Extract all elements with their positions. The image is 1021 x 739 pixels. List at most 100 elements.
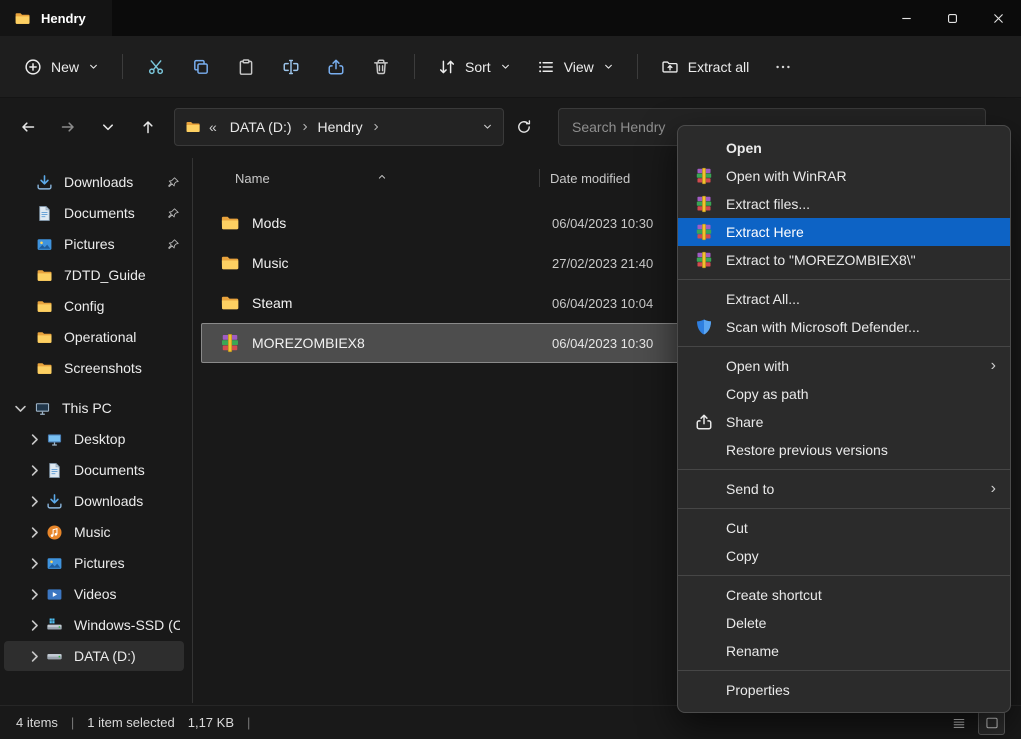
menu-item-open-with[interactable]: Open with › bbox=[678, 352, 1010, 380]
sidebar-item-windows-ssd-c[interactable]: Windows-SSD (C:) bbox=[4, 610, 184, 640]
chevron-right-icon[interactable] bbox=[26, 462, 43, 479]
cut-button[interactable] bbox=[136, 47, 176, 87]
breadcrumb-overflow[interactable]: « bbox=[209, 119, 217, 135]
windows-drive-icon bbox=[46, 617, 63, 634]
close-button[interactable] bbox=[975, 0, 1021, 36]
menu-item-rename[interactable]: Rename bbox=[678, 637, 1010, 665]
paste-button[interactable] bbox=[226, 47, 266, 87]
sidebar-item-data-d[interactable]: DATA (D:) bbox=[4, 641, 184, 671]
menu-item-copy-as-path[interactable]: Copy as path bbox=[678, 380, 1010, 408]
desktop-icon bbox=[46, 431, 63, 448]
menu-item-extract-files[interactable]: Extract files... bbox=[678, 190, 1010, 218]
menu-item-label: Send to bbox=[726, 481, 775, 497]
chevron-right-icon[interactable] bbox=[26, 493, 43, 510]
thumbnails-view-button[interactable] bbox=[978, 710, 1005, 735]
menu-item-open[interactable]: Open bbox=[678, 134, 1010, 162]
chevron-right-icon[interactable] bbox=[26, 555, 43, 572]
menu-item-send-to[interactable]: Send to › bbox=[678, 475, 1010, 503]
file-name-label: Music bbox=[252, 255, 289, 271]
menu-item-scan-with-microsoft-defender[interactable]: Scan with Microsoft Defender... bbox=[678, 313, 1010, 341]
chevron-right-icon[interactable] bbox=[26, 431, 43, 448]
menu-item-open-with-winrar[interactable]: Open with WinRAR bbox=[678, 162, 1010, 190]
delete-button[interactable] bbox=[361, 47, 401, 87]
menu-item-extract-to-morezombiex8[interactable]: Extract to "MOREZOMBIEX8\" bbox=[678, 246, 1010, 274]
chevron-right-icon[interactable] bbox=[26, 648, 43, 665]
chevron-right-icon[interactable] bbox=[26, 586, 43, 603]
rename-button[interactable] bbox=[271, 47, 311, 87]
menu-item-share[interactable]: Share bbox=[678, 408, 1010, 436]
menu-item-create-shortcut[interactable]: Create shortcut bbox=[678, 581, 1010, 609]
chevron-down-icon bbox=[100, 119, 116, 135]
minimize-button[interactable] bbox=[883, 0, 929, 36]
menu-item-restore-previous-versions[interactable]: Restore previous versions bbox=[678, 436, 1010, 464]
up-button[interactable] bbox=[128, 108, 168, 146]
more-options-button[interactable] bbox=[763, 47, 803, 87]
sidebar-item-documents[interactable]: Documents bbox=[4, 455, 184, 485]
command-bar: New Sort View Extract all bbox=[0, 36, 1021, 98]
chevron-right-icon[interactable] bbox=[371, 122, 381, 132]
menu-item-copy[interactable]: Copy bbox=[678, 542, 1010, 570]
sidebar-item-desktop[interactable]: Desktop bbox=[4, 424, 184, 454]
maximize-button[interactable] bbox=[929, 0, 975, 36]
sidebar-item-this-pc[interactable]: This PC bbox=[4, 393, 184, 423]
back-icon bbox=[20, 119, 36, 135]
share-button[interactable] bbox=[316, 47, 356, 87]
sidebar-item-7dtd-guide[interactable]: 7DTD_Guide bbox=[4, 260, 184, 290]
view-button[interactable]: View bbox=[525, 47, 626, 87]
chevron-right-icon[interactable] bbox=[26, 617, 43, 634]
winrar-icon bbox=[694, 194, 714, 214]
details-view-button[interactable] bbox=[945, 711, 972, 735]
folder-icon bbox=[220, 213, 240, 233]
menu-item-label: Open with WinRAR bbox=[726, 168, 847, 184]
extract-all-button[interactable]: Extract all bbox=[649, 47, 761, 87]
back-button[interactable] bbox=[8, 108, 48, 146]
sidebar-item-config[interactable]: Config bbox=[4, 291, 184, 321]
folder-icon bbox=[185, 119, 201, 135]
new-button[interactable]: New bbox=[12, 47, 111, 87]
breadcrumb-item-hendry[interactable]: Hendry bbox=[313, 117, 368, 137]
sidebar-item-label: 7DTD_Guide bbox=[64, 267, 146, 283]
sidebar-item-downloads[interactable]: Downloads bbox=[4, 486, 184, 516]
address-bar[interactable]: « DATA (D:) Hendry bbox=[174, 107, 504, 146]
column-header-name[interactable]: Name bbox=[209, 171, 539, 186]
sidebar-item-downloads[interactable]: Downloads bbox=[4, 167, 184, 197]
selection-count: 1 item selected bbox=[87, 715, 175, 730]
chevron-down-icon[interactable] bbox=[12, 400, 29, 417]
menu-item-label: Extract files... bbox=[726, 196, 811, 212]
sidebar-item-videos[interactable]: Videos bbox=[4, 579, 184, 609]
chevron-down-icon bbox=[500, 61, 511, 72]
music-icon bbox=[46, 524, 63, 541]
sidebar-item-music[interactable]: Music bbox=[4, 517, 184, 547]
chevron-right-icon[interactable] bbox=[300, 122, 310, 132]
chevron-right-icon[interactable] bbox=[26, 524, 43, 541]
menu-item-cut[interactable]: Cut bbox=[678, 514, 1010, 542]
refresh-button[interactable] bbox=[504, 108, 544, 146]
chevron-down-icon[interactable] bbox=[482, 121, 493, 132]
sort-button[interactable]: Sort bbox=[426, 47, 523, 87]
menu-item-delete[interactable]: Delete bbox=[678, 609, 1010, 637]
sidebar-item-label: Desktop bbox=[74, 431, 126, 447]
folder-icon bbox=[36, 298, 53, 315]
sidebar-item-screenshots[interactable]: Screenshots bbox=[4, 353, 184, 383]
sidebar-item-documents[interactable]: Documents bbox=[4, 198, 184, 228]
sidebar-item-pictures[interactable]: Pictures bbox=[4, 229, 184, 259]
menu-item-extract-here[interactable]: Extract Here bbox=[678, 218, 1010, 246]
defender-icon bbox=[694, 317, 714, 337]
menu-item-extract-all[interactable]: Extract All... bbox=[678, 285, 1010, 313]
sidebar-item-label: Windows-SSD (C:) bbox=[74, 617, 180, 633]
menu-item-label: Cut bbox=[726, 520, 748, 536]
breadcrumb: DATA (D:) Hendry bbox=[225, 117, 474, 137]
recent-locations-button[interactable] bbox=[88, 108, 128, 146]
menu-item-icon-placeholder bbox=[694, 138, 714, 158]
plus-circle-icon bbox=[24, 58, 42, 76]
forward-button[interactable] bbox=[48, 108, 88, 146]
menu-item-properties[interactable]: Properties bbox=[678, 676, 1010, 704]
breadcrumb-item-data-d[interactable]: DATA (D:) bbox=[225, 117, 297, 137]
file-name-label: Mods bbox=[252, 215, 287, 231]
downloads-icon bbox=[46, 493, 63, 510]
sidebar-item-pictures[interactable]: Pictures bbox=[4, 548, 184, 578]
copy-button[interactable] bbox=[181, 47, 221, 87]
share-icon bbox=[694, 412, 714, 432]
documents-icon bbox=[46, 462, 63, 479]
sidebar-item-operational[interactable]: Operational bbox=[4, 322, 184, 352]
